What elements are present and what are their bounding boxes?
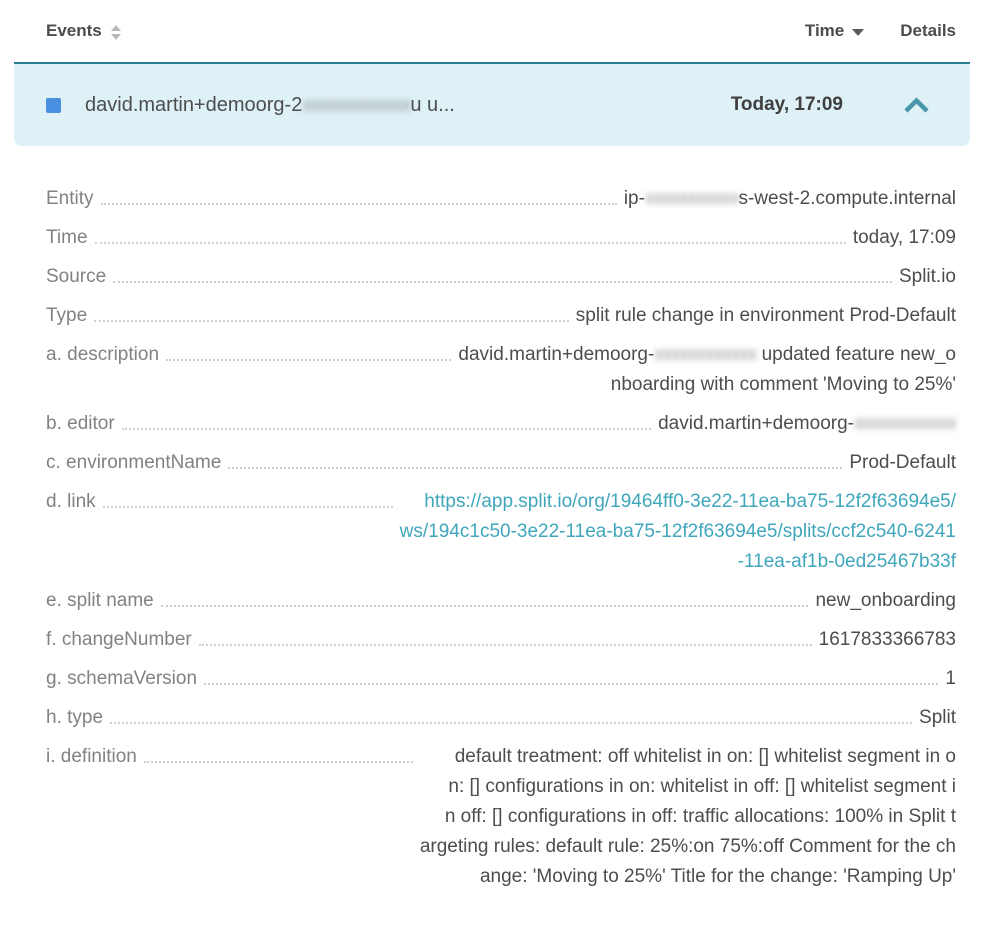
text-part: u u... <box>410 94 454 116</box>
time-column-label: Time <box>805 21 844 41</box>
detail-row: Time today, 17:09 <box>46 223 956 253</box>
detail-label: d. link <box>46 487 96 517</box>
text-part: Split <box>919 707 956 728</box>
text-part: 1 <box>945 668 956 689</box>
dotted-leader <box>103 487 393 508</box>
time-column-header[interactable]: Time <box>805 21 864 41</box>
dotted-leader <box>101 184 617 205</box>
detail-value: david.martin+demoorg-xxxxxxxxxxxx <box>658 409 956 439</box>
detail-label: f. changeNumber <box>46 625 192 655</box>
redacted-text: xxxxxxxxxxxx <box>654 344 756 365</box>
text-part: david.martin+demoorg-2 <box>85 94 302 116</box>
detail-value: https://app.split.io/org/19464ff0-3e22-1… <box>400 487 956 577</box>
dotted-leader <box>161 586 809 607</box>
redacted-text: xxxxxxxxxxxx <box>302 94 410 116</box>
detail-value: 1 <box>945 664 956 694</box>
detail-label: g. schemaVersion <box>46 664 197 694</box>
text-part: today, 17:09 <box>853 227 956 248</box>
text-part: https://app.split.io/org/19464ff0-3e22-1… <box>400 491 956 572</box>
dotted-leader <box>94 301 569 322</box>
event-type-square-icon <box>46 98 61 113</box>
text-part: ip- <box>624 188 645 209</box>
dotted-leader <box>122 409 651 430</box>
sort-asc-icon <box>111 25 121 31</box>
detail-row: Type split rule change in environment Pro… <box>46 301 956 331</box>
detail-label: Time <box>46 223 88 253</box>
detail-row: Entity ip-xxxxxxxxxxxs-west-2.compute.int… <box>46 184 956 214</box>
detail-row: h. type Split <box>46 703 956 733</box>
detail-row: g. schemaVersion 1 <box>46 664 956 694</box>
detail-row: d. link https://app.split.io/org/19464ff0… <box>46 487 956 577</box>
detail-label: i. definition <box>46 742 137 772</box>
detail-label: Entity <box>46 184 94 214</box>
event-details-panel: Entity ip-xxxxxxxxxxxs-west-2.compute.int… <box>0 146 984 892</box>
dotted-leader <box>228 448 842 469</box>
detail-row: e. split name new_onboarding <box>46 586 956 616</box>
detail-label: Source <box>46 262 106 292</box>
detail-value: today, 17:09 <box>853 223 956 253</box>
detail-label: h. type <box>46 703 103 733</box>
detail-label: a. description <box>46 340 159 370</box>
collapse-chevron-icon[interactable] <box>903 97 930 114</box>
text-part: 1617833366783 <box>819 629 956 650</box>
text-part: david.martin+demoorg- <box>458 344 654 365</box>
dotted-leader <box>204 664 938 685</box>
detail-row: c. environmentName Prod-Default <box>46 448 956 478</box>
detail-value: default treatment: off whitelist in on: … <box>420 742 956 892</box>
text-part: Split.io <box>899 266 956 287</box>
dotted-leader <box>199 625 812 646</box>
text-part: default treatment: off whitelist in on: … <box>420 746 956 887</box>
events-column-label: Events <box>46 21 102 41</box>
text-part: split rule change in environment Prod-De… <box>576 305 956 326</box>
dotted-leader <box>113 262 892 283</box>
dotted-leader <box>110 703 912 724</box>
event-time: Today, 17:09 <box>731 94 843 116</box>
detail-row: i. definition default treatment: off whit… <box>46 742 956 892</box>
detail-label: c. environmentName <box>46 448 221 478</box>
caret-down-icon <box>852 29 864 36</box>
detail-link[interactable]: https://app.split.io/org/19464ff0-3e22-1… <box>400 491 956 572</box>
detail-value: split rule change in environment Prod-De… <box>576 301 956 331</box>
text-part: Prod-Default <box>849 452 956 473</box>
dotted-leader <box>144 742 413 763</box>
detail-label: Type <box>46 301 87 331</box>
detail-value: 1617833366783 <box>819 625 956 655</box>
event-row-expanded[interactable]: david.martin+demoorg-2xxxxxxxxxxxxu u...… <box>14 62 970 146</box>
text-part: new_onboarding <box>815 590 956 611</box>
redacted-text: xxxxxxxxxxxx <box>854 413 956 434</box>
detail-row: b. editor david.martin+demoorg-xxxxxxxxxx… <box>46 409 956 439</box>
sort-desc-icon <box>111 34 121 40</box>
events-table-header: Events Time Details <box>0 0 984 62</box>
details-column-header: Details <box>900 21 956 41</box>
text-part: david.martin+demoorg- <box>658 413 854 434</box>
detail-value: Split.io <box>899 262 956 292</box>
detail-value: david.martin+demoorg-xxxxxxxxxxxx update… <box>458 340 956 400</box>
events-column-header[interactable]: Events <box>46 21 805 41</box>
detail-value: Prod-Default <box>849 448 956 478</box>
detail-value: new_onboarding <box>815 586 956 616</box>
detail-label: e. split name <box>46 586 154 616</box>
detail-row: f. changeNumber 1617833366783 <box>46 625 956 655</box>
detail-row: Source Split.io <box>46 262 956 292</box>
event-title: david.martin+demoorg-2xxxxxxxxxxxxu u... <box>85 94 731 117</box>
detail-value: Split <box>919 703 956 733</box>
detail-value: ip-xxxxxxxxxxxs-west-2.compute.internal <box>624 184 956 214</box>
text-part: s-west-2.compute.internal <box>738 188 956 209</box>
dotted-leader <box>95 223 846 244</box>
detail-row: a. description david.martin+demoorg-xxxxx… <box>46 340 956 400</box>
redacted-text: xxxxxxxxxxx <box>645 188 739 209</box>
sort-icon[interactable] <box>111 25 121 40</box>
detail-label: b. editor <box>46 409 115 439</box>
dotted-leader <box>166 340 451 361</box>
